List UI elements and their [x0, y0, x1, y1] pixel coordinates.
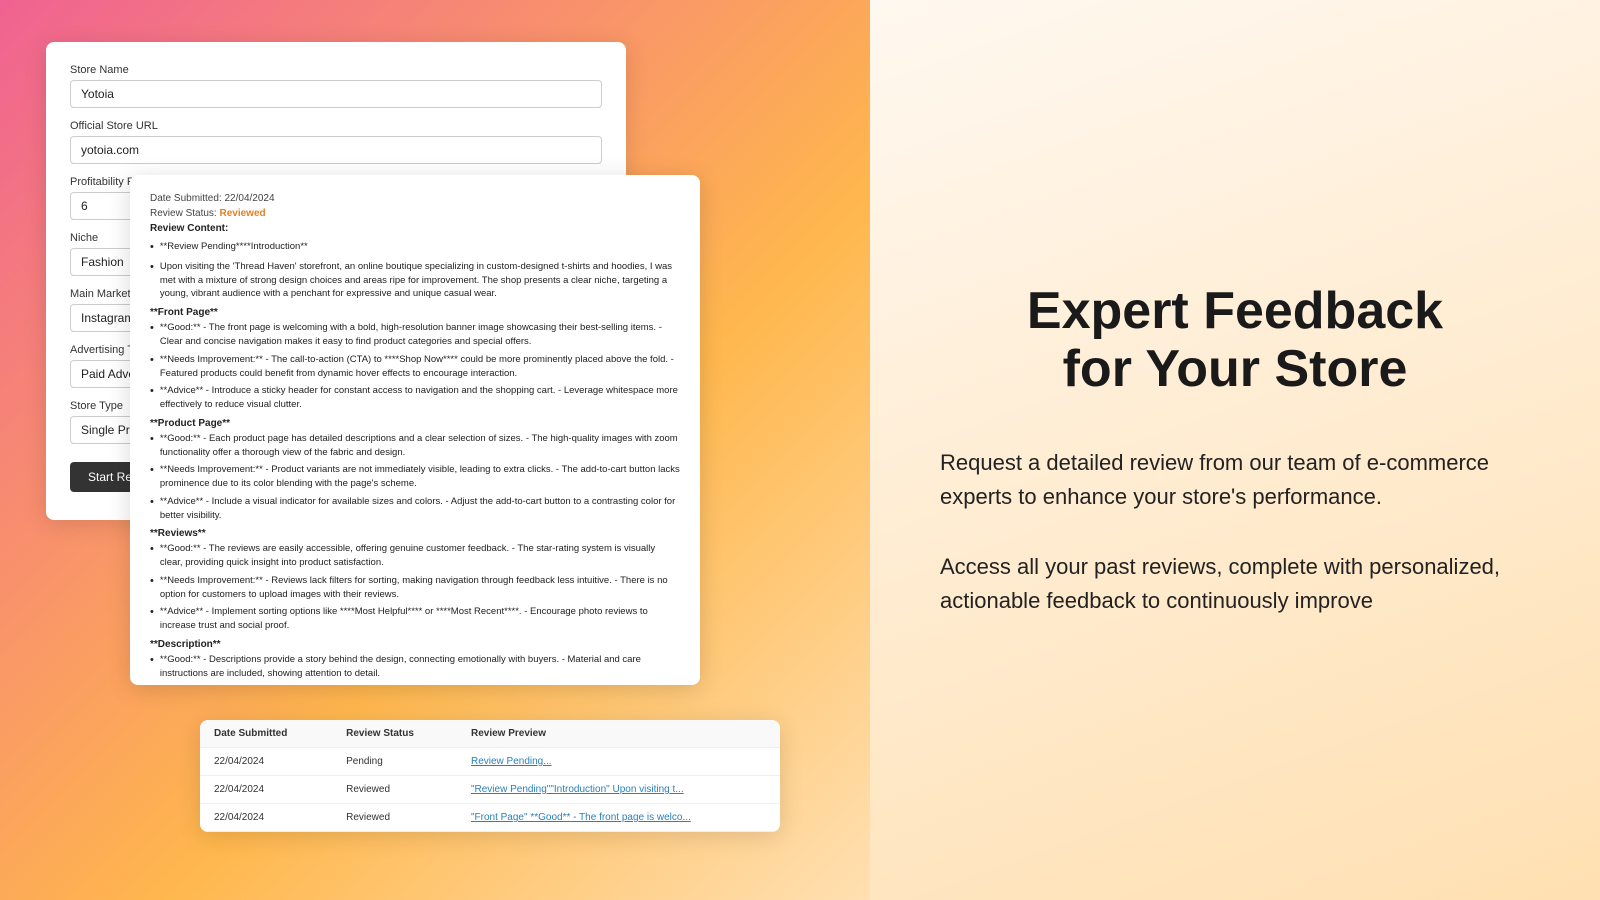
cell-status: Pending — [332, 748, 457, 776]
intro-heading-text: **Review Pending****Introduction** — [160, 240, 308, 254]
needs-reviews: **Needs Improvement:** - Reviews lack fi… — [150, 574, 680, 602]
intro-bullet: Upon visiting the 'Thread Haven' storefr… — [150, 260, 680, 301]
cell-preview[interactable]: "Front Page" **Good** - The front page i… — [457, 804, 780, 832]
intro-bullet-text: Upon visiting the 'Thread Haven' storefr… — [160, 260, 680, 301]
front-page-heading: **Front Page** — [150, 307, 680, 318]
store-url-input[interactable] — [70, 136, 602, 164]
good-front-text: **Good:** - The front page is welcoming … — [160, 321, 680, 349]
reviews-heading: **Reviews** — [150, 528, 680, 539]
cell-preview[interactable]: "Review Pending""Introduction" Upon visi… — [457, 776, 780, 804]
store-url-label: Official Store URL — [70, 120, 602, 132]
cell-date: 22/04/2024 — [200, 776, 332, 804]
review-status-line: Review Status: Reviewed — [150, 208, 680, 219]
history-table: Date Submitted Review Status Review Prev… — [200, 720, 780, 832]
history-card: Date Submitted Review Status Review Prev… — [200, 720, 780, 832]
good-desc: **Good:** - Descriptions provide a story… — [150, 653, 680, 681]
good-reviews: **Good:** - The reviews are easily acces… — [150, 542, 680, 570]
advice-reviews-text: **Advice** - Implement sorting options l… — [160, 605, 680, 633]
advice-front: **Advice** - Introduce a sticky header f… — [150, 384, 680, 412]
hero-description1: Request a detailed review from our team … — [940, 446, 1530, 514]
hero-description2: Access all your past reviews, complete w… — [940, 550, 1530, 618]
cell-preview[interactable]: Review Pending... — [457, 748, 780, 776]
table-row: 22/04/2024Reviewed"Front Page" **Good** … — [200, 804, 780, 832]
advice-reviews: **Advice** - Implement sorting options l… — [150, 605, 680, 633]
review-card: Date Submitted: 22/04/2024 Review Status… — [130, 175, 700, 685]
review-date: Date Submitted: 22/04/2024 — [150, 193, 680, 204]
store-name-input[interactable] — [70, 80, 602, 108]
cell-date: 22/04/2024 — [200, 804, 332, 832]
cell-date: 22/04/2024 — [200, 748, 332, 776]
product-page-heading: **Product Page** — [150, 418, 680, 429]
cell-status: Reviewed — [332, 776, 457, 804]
table-row: 22/04/2024PendingReview Pending... — [200, 748, 780, 776]
good-front: **Good:** - The front page is welcoming … — [150, 321, 680, 349]
right-panel: Expert Feedback for Your Store Request a… — [870, 0, 1600, 900]
needs-front-text: **Needs Improvement:** - The call-to-act… — [160, 353, 680, 381]
col-status: Review Status — [332, 720, 457, 748]
cell-status: Reviewed — [332, 804, 457, 832]
needs-product-text: **Needs Improvement:** - Product variant… — [160, 463, 680, 491]
needs-product: **Needs Improvement:** - Product variant… — [150, 463, 680, 491]
needs-reviews-text: **Needs Improvement:** - Reviews lack fi… — [160, 574, 680, 602]
review-status-value: Reviewed — [219, 208, 265, 219]
left-panel: Store Name Official Store URL Profitabil… — [0, 0, 870, 900]
good-product-text: **Good:** - Each product page has detail… — [160, 432, 680, 460]
col-preview: Review Preview — [457, 720, 780, 748]
hero-title-line1: Expert Feedback — [1027, 282, 1443, 340]
store-url-group: Official Store URL — [70, 120, 602, 164]
description-heading: **Description** — [150, 639, 680, 650]
intro-heading: **Review Pending****Introduction** — [150, 240, 680, 256]
col-date: Date Submitted — [200, 720, 332, 748]
table-row: 22/04/2024Reviewed"Review Pending""Intro… — [200, 776, 780, 804]
advice-front-text: **Advice** - Introduce a sticky header f… — [160, 384, 680, 412]
advice-product-text: **Advice** - Include a visual indicator … — [160, 495, 680, 523]
advice-product: **Advice** - Include a visual indicator … — [150, 495, 680, 523]
store-name-group: Store Name — [70, 64, 602, 108]
good-reviews-text: **Good:** - The reviews are easily acces… — [160, 542, 680, 570]
hero-title-line2: for Your Store — [1063, 340, 1408, 398]
needs-front: **Needs Improvement:** - The call-to-act… — [150, 353, 680, 381]
review-content-label: Review Content: — [150, 223, 680, 234]
store-name-label: Store Name — [70, 64, 602, 76]
good-desc-text: **Good:** - Descriptions provide a story… — [160, 653, 680, 681]
hero-title: Expert Feedback for Your Store — [940, 282, 1530, 398]
good-product: **Good:** - Each product page has detail… — [150, 432, 680, 460]
review-status-label: Review Status: — [150, 208, 217, 219]
